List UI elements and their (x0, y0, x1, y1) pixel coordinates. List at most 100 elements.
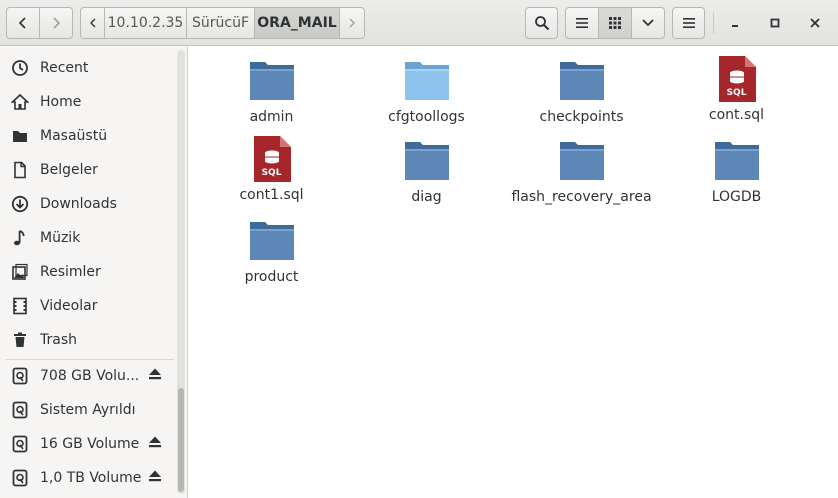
folder-icon (404, 58, 450, 104)
header-bar: 10.10.2.35 SürücüF ORA_MAIL (0, 0, 838, 46)
eject-icon[interactable] (148, 367, 162, 385)
breadcrumb-item[interactable]: 10.10.2.35 (105, 7, 187, 39)
sidebar-item-label: Recent (40, 60, 89, 76)
sidebar-item-label: Home (40, 94, 82, 110)
file-name: admin (249, 109, 294, 125)
file-name: cont1.sql (239, 187, 304, 203)
sidebar-item-home[interactable]: Home (0, 85, 176, 119)
download-icon (11, 195, 29, 213)
drive-icon (11, 401, 29, 419)
eject-icon[interactable] (148, 435, 162, 453)
pictures-icon (11, 263, 29, 281)
sidebar-item-pictures[interactable]: Resimler (0, 255, 176, 289)
close-button[interactable] (806, 14, 824, 32)
search-icon (534, 16, 549, 31)
sidebar-item-documents[interactable]: Belgeler (0, 153, 176, 187)
sidebar-item-label: Downloads (40, 196, 117, 212)
sidebar-item-label: Resimler (40, 264, 101, 280)
home-icon (11, 93, 29, 111)
folder-icon (249, 218, 295, 264)
sidebar-scroll-thumb[interactable] (178, 388, 184, 492)
sidebar-item-desktop[interactable]: Masaüstü (0, 119, 176, 153)
sidebar-item-volume[interactable]: 1,0 TB Volume (0, 461, 176, 495)
sidebar-item-label: Videolar (40, 298, 98, 314)
file-name: flash_recovery_area (511, 189, 652, 205)
music-icon (11, 229, 29, 247)
file-name: cont.sql (708, 107, 765, 123)
sidebar-item-label: Müzik (40, 230, 81, 246)
sidebar-item-music[interactable]: Müzik (0, 221, 176, 255)
file-name: product (244, 269, 299, 285)
path-scroll-right-button[interactable] (340, 7, 365, 39)
file-item-sql[interactable]: SQL cont1.sql (194, 136, 349, 203)
document-icon (11, 161, 29, 179)
view-options-button[interactable] (632, 7, 665, 39)
eject-icon[interactable] (148, 469, 162, 487)
search-button[interactable] (525, 7, 558, 39)
sidebar-item-recent[interactable]: Recent (0, 51, 176, 85)
back-button[interactable] (6, 7, 40, 39)
sidebar-item-label: 708 GB Volu... (40, 368, 140, 384)
maximize-button[interactable] (766, 14, 784, 32)
file-name: LOGDB (711, 189, 762, 205)
file-name: cfgtoollogs (388, 109, 465, 125)
sidebar-item-volume[interactable]: 16 GB Volume (0, 427, 176, 461)
header-divider (713, 12, 714, 34)
chevron-left-icon (89, 18, 95, 28)
chevron-left-icon (18, 17, 26, 29)
breadcrumb-item[interactable]: SürücüF (187, 7, 255, 39)
clock-icon (11, 59, 29, 77)
sidebar-item-label: Belgeler (40, 162, 98, 178)
path-scroll-left-button[interactable] (80, 7, 105, 39)
file-item-folder[interactable]: LOGDB (659, 138, 814, 205)
file-view: admin cfgtoollogs checkpoints SQL cont.s… (188, 46, 838, 498)
drive-icon (11, 469, 29, 487)
sql-badge-label: SQL (726, 88, 747, 98)
menu-button[interactable] (672, 7, 705, 39)
sidebar-item-trash[interactable]: Trash (0, 323, 176, 357)
chevron-right-icon (53, 17, 61, 29)
chevron-down-icon (642, 19, 654, 27)
breadcrumb-current[interactable]: ORA_MAIL (255, 7, 340, 39)
sidebar-item-videos[interactable]: Videolar (0, 289, 176, 323)
sidebar-item-volume[interactable]: 708 GB Volu... (0, 359, 176, 393)
folder-icon (559, 58, 605, 104)
sql-badge-label: SQL (261, 168, 282, 178)
minimize-icon (732, 25, 738, 27)
file-name: checkpoints (539, 109, 624, 125)
sidebar-item-label: Trash (40, 332, 77, 348)
list-view-icon (576, 18, 588, 28)
hamburger-icon (682, 18, 695, 28)
sidebar-item-volume[interactable]: Sistem Ayrıldı (0, 393, 176, 427)
file-item-folder[interactable]: diag (349, 138, 504, 205)
trash-icon (11, 331, 29, 349)
folder-icon (714, 138, 760, 184)
grid-view-icon (609, 17, 621, 29)
close-icon (810, 18, 820, 28)
sidebar-item-label: 16 GB Volume (40, 436, 140, 452)
folder-icon (404, 138, 450, 184)
grid-view-button[interactable] (599, 7, 632, 39)
file-item-sql[interactable]: SQL cont.sql (659, 56, 814, 123)
minimize-button[interactable] (726, 14, 744, 32)
drive-icon (11, 435, 29, 453)
desktop-icon (11, 127, 29, 145)
video-icon (11, 297, 29, 315)
sidebar-item-downloads[interactable]: Downloads (0, 187, 176, 221)
file-name: diag (411, 189, 442, 205)
sidebar-item-label: 1,0 TB Volume (40, 470, 142, 486)
maximize-icon (770, 18, 780, 28)
file-item-folder[interactable]: product (194, 218, 349, 285)
list-view-button[interactable] (565, 7, 599, 39)
chevron-right-icon (349, 18, 355, 28)
forward-button[interactable] (40, 7, 73, 39)
sql-file-icon: SQL (714, 56, 760, 102)
file-item-folder[interactable]: admin (194, 58, 349, 125)
file-item-folder[interactable]: flash_recovery_area (504, 138, 659, 205)
drive-icon (11, 367, 29, 385)
file-item-folder[interactable]: cfgtoollogs (349, 58, 504, 125)
sidebar-item-label: Sistem Ayrıldı (40, 402, 136, 418)
file-item-folder[interactable]: checkpoints (504, 58, 659, 125)
sql-file-icon: SQL (249, 136, 295, 182)
folder-icon (249, 58, 295, 104)
